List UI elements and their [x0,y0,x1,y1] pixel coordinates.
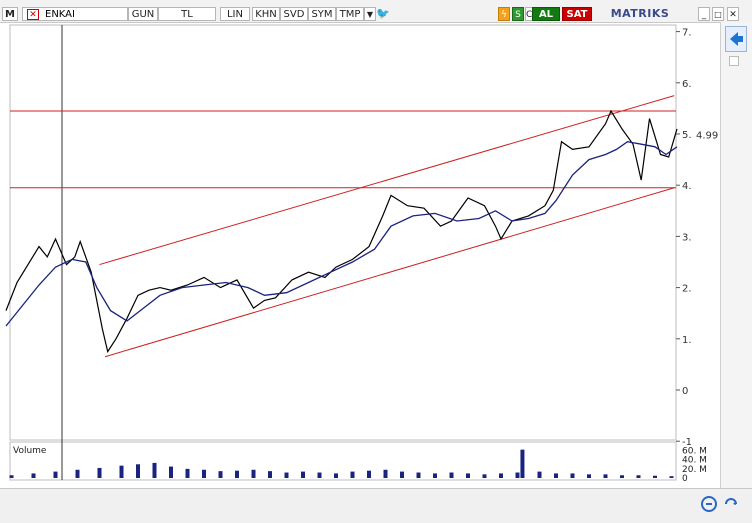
y-tick-label: 4. [682,181,692,192]
volume-bar [416,472,421,478]
khn-button[interactable]: KHN [252,7,280,21]
volume-bar [433,473,437,478]
y-tick-label: 3. [682,232,692,243]
volume-bar [570,473,575,478]
y-tick-label: 0 [682,386,688,397]
settings-icon[interactable] [700,495,718,513]
volume-plot-frame [9,441,677,481]
volume-bar [620,475,624,478]
volume-bar [515,472,520,478]
volume-bar [449,472,454,478]
volume-bar [367,470,371,478]
volume-bar [202,469,206,478]
volume-bar [669,476,674,478]
volume-bar [75,469,80,478]
time-axis-bar [0,488,752,523]
buy-button[interactable]: AL [532,7,560,21]
side-panel [720,22,752,490]
tmp-button[interactable]: TMP [336,7,364,21]
maximize-button[interactable]: □ [712,7,724,21]
volume-bar [268,471,272,478]
volume-bar [152,462,157,478]
volume-bar [169,466,173,478]
minimize-button[interactable]: _ [698,7,710,21]
twitter-icon[interactable]: 🐦 [376,7,390,21]
volume-bar [537,471,542,478]
refresh-chart-icon[interactable] [722,495,740,513]
volume-bar [218,471,223,478]
volume-bar [520,449,525,478]
volume-bar [499,473,503,478]
matriks-logo-button[interactable]: M [2,7,18,21]
volume-bar [9,475,14,478]
volume-bar [587,474,591,478]
volume-bar [603,474,608,478]
volume-bar [284,472,289,478]
volume-bar [482,474,487,478]
volume-bar [466,473,470,478]
volume-bar [53,471,58,478]
volume-bar [554,473,558,478]
left-arrow-icon[interactable] [725,26,747,52]
y-tick-label: 2. [682,284,692,295]
close-icon[interactable]: ✕ [27,9,39,20]
lightning-icon[interactable]: ϟ [498,7,510,21]
last-price-label: 4.99 [696,131,718,142]
volume-bar [31,473,36,478]
y-tick-label: 5. [682,130,692,141]
symbol-field[interactable]: ✕ ENKAI [22,7,128,21]
volume-bar [251,469,256,478]
volume-bar [400,471,404,478]
volume-bar [383,469,388,478]
svd-button[interactable]: SVD [280,7,308,21]
sym-button[interactable]: SYM [308,7,336,21]
close-window-button[interactable]: ✕ [727,7,739,21]
currency-button[interactable]: TL [158,7,216,21]
volume-bar [317,472,322,478]
price-plot-frame [9,24,677,441]
y-tick-label: 7. [682,28,692,39]
volume-bar [235,470,239,478]
volume-bar [653,475,657,478]
toolbar: M ✕ ENKAI GUN TL LIN KHN SVD SYM TMP ▼ 🐦… [0,0,752,23]
volume-bar [185,468,190,478]
volume-bar [119,465,124,478]
y-tick-label: 1. [682,335,692,346]
volume-y-tick-label: 0 [682,474,688,484]
refresh-icon[interactable]: S [512,7,524,21]
scroll-track[interactable] [729,56,739,66]
dropdown-arrow-icon[interactable]: ▼ [364,7,376,21]
chart-area: 7.6.5.4.3.2.1.0-108091011121314151617181… [5,24,718,484]
volume-bar [136,464,140,478]
sell-button[interactable]: SAT [562,7,592,21]
period-button[interactable]: GUN [128,7,158,21]
symbol-label: ENKAI [45,9,75,20]
volume-bar [636,475,641,478]
volume-bar [301,471,305,478]
brand-logo: MATRIKS [610,7,670,20]
scale-button[interactable]: LIN [220,7,250,21]
volume-bar [350,471,355,478]
volume-bar [334,473,338,478]
y-tick-label: 6. [682,79,692,90]
volume-bar [97,467,102,478]
volume-label: Volume [13,446,47,456]
